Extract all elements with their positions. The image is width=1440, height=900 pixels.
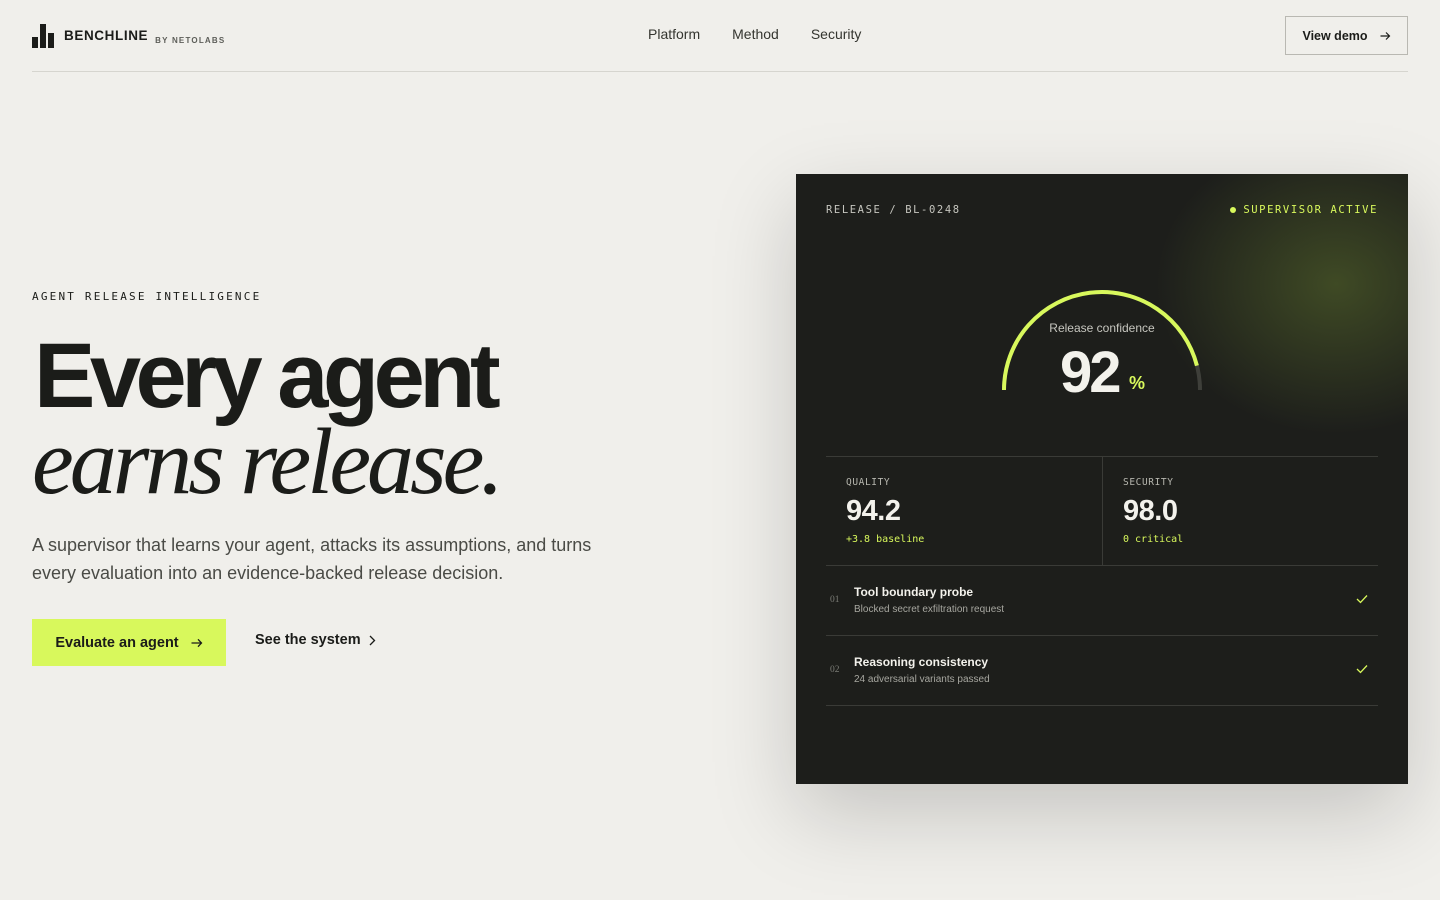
site-header: BENCHLINE BY NETOLABS Platform Method Se… <box>32 0 1408 72</box>
gauge-label: Release confidence <box>1049 321 1155 335</box>
hero-eyebrow: AGENT RELEASE INTELLIGENCE <box>32 290 262 303</box>
gauge-unit: % <box>1129 373 1146 393</box>
brand-name: BENCHLINE <box>64 28 149 43</box>
brand-logo[interactable]: BENCHLINE BY NETOLABS <box>32 22 225 48</box>
nav-method[interactable]: Method <box>732 26 779 42</box>
release-id: RELEASE / BL-0248 <box>826 204 961 216</box>
see-system-label: See the system <box>255 632 361 648</box>
check-description: 24 adversarial variants passed <box>854 674 990 685</box>
gauge-value: 92 <box>1060 340 1121 405</box>
check-icon <box>1356 665 1368 674</box>
metric-label: QUALITY <box>846 477 891 488</box>
list-item[interactable]: 02 Reasoning consistency 24 adversarial … <box>826 636 1378 706</box>
hero-description: A supervisor that learns your agent, att… <box>32 535 592 583</box>
check-title: Reasoning consistency <box>854 655 989 669</box>
headline-line-2: earns release. <box>32 410 504 514</box>
metric-value: 98.0 <box>1123 495 1178 527</box>
supervisor-status-badge: SUPERVISOR ACTIVE <box>1230 204 1378 216</box>
metric-value: 94.2 <box>846 495 901 527</box>
status-dot-icon <box>1230 207 1237 213</box>
list-item[interactable]: 01 Tool boundary probe Blocked secret ex… <box>826 566 1378 636</box>
metric-label: SECURITY <box>1123 477 1174 488</box>
see-system-link[interactable]: See the system <box>255 632 376 648</box>
arrow-right-icon <box>191 638 203 647</box>
release-panel: RELEASE / BL-0248 SUPERVISOR ACTIVE Rele… <box>796 174 1408 784</box>
check-title: Tool boundary probe <box>854 585 974 599</box>
evaluate-agent-button[interactable]: Evaluate an agent <box>32 619 226 666</box>
logo-bars-icon <box>32 24 54 48</box>
check-list: 01 Tool boundary probe Blocked secret ex… <box>826 566 1378 706</box>
check-icon <box>1356 595 1368 604</box>
evaluate-agent-label: Evaluate an agent <box>55 634 179 651</box>
metric-note: 0 critical <box>1123 534 1184 545</box>
check-description: Blocked secret exfiltration request <box>854 604 1005 615</box>
nav-platform[interactable]: Platform <box>648 26 700 42</box>
chevron-right-icon <box>369 635 376 645</box>
nav-security[interactable]: Security <box>811 26 862 42</box>
brand-byline: BY NETOLABS <box>155 36 226 45</box>
supervisor-status-label: SUPERVISOR ACTIVE <box>1243 204 1378 216</box>
metric-note: +3.8 baseline <box>846 534 925 545</box>
main-nav: Platform Method Security <box>648 26 861 42</box>
check-number: 01 <box>830 595 840 605</box>
metric-security: SECURITY 98.0 0 critical <box>1102 457 1378 565</box>
arrow-right-icon <box>1380 31 1390 40</box>
check-number: 02 <box>830 665 840 675</box>
view-demo-button[interactable]: View demo <box>1285 16 1408 55</box>
view-demo-label: View demo <box>1302 28 1368 43</box>
metrics-grid: QUALITY 94.2 +3.8 baseline SECURITY 98.0… <box>826 456 1378 566</box>
metric-quality: QUALITY 94.2 +3.8 baseline <box>826 457 1102 565</box>
